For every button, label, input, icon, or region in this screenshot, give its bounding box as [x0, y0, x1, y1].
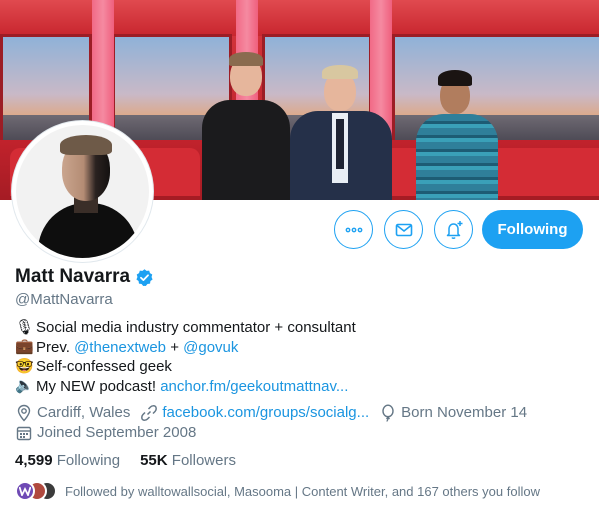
bio-text: + — [166, 338, 184, 356]
profile-bio: 🎙 Social media industry commentator + co… — [15, 318, 356, 396]
website-item[interactable]: facebook.com/groups/socialg... — [140, 403, 369, 423]
profile-name: Matt Navarra — [15, 266, 131, 287]
bio-line: 🔈 My NEW podcast! anchor.fm/geekoutmattn… — [15, 377, 356, 397]
verified-badge-icon — [136, 268, 153, 286]
location-text: Cardiff, Wales — [37, 404, 131, 421]
notifications-button[interactable] — [434, 210, 473, 249]
banner-ceiling — [0, 0, 599, 36]
microphone-emoji-icon: 🎙 — [15, 318, 35, 336]
followed-by[interactable]: Followed by walltowallsocial, Masooma | … — [15, 481, 540, 501]
mention-link-thenextweb[interactable]: @thenextweb — [74, 338, 166, 358]
following-stat[interactable]: 4,599 Following — [15, 452, 120, 469]
followers-label: Followers — [171, 452, 236, 469]
profile-meta: Cardiff, Wales facebook.com/groups/socia… — [15, 403, 537, 443]
following-button[interactable]: Following — [482, 210, 583, 249]
profile-name-row: Matt Navarra — [15, 266, 154, 288]
birthday-text: Born November 14 — [401, 404, 528, 421]
bio-line: 🎙 Social media industry commentator + co… — [15, 318, 356, 338]
link-icon — [140, 404, 158, 422]
following-label: Following — [56, 452, 121, 469]
joined-text: Joined September 2008 — [37, 424, 197, 441]
location-item: Cardiff, Wales — [15, 403, 130, 423]
location-pin-icon — [15, 404, 33, 422]
nerd-face-emoji-icon: 🤓 — [15, 357, 34, 375]
profile-actions: Following — [0, 210, 599, 250]
bio-line: 💼 Prev. @thenextweb + @govuk — [15, 338, 356, 358]
website-link[interactable]: facebook.com/groups/socialg... — [162, 403, 369, 423]
briefcase-emoji-icon: 💼 — [15, 338, 34, 356]
banner-person — [412, 70, 502, 200]
bio-text: My NEW podcast! — [36, 377, 161, 395]
following-count: 4,599 — [15, 452, 53, 469]
mention-link-govuk[interactable]: @govuk — [183, 338, 238, 358]
followed-by-text: Followed by walltowallsocial, Masooma | … — [65, 483, 540, 499]
mail-icon — [395, 223, 412, 236]
bio-line: 🤓 Self-confessed geek — [15, 357, 356, 377]
bio-text: Self-confessed geek — [36, 358, 172, 375]
profile-handle: @MattNavarra — [15, 291, 113, 308]
message-button[interactable] — [384, 210, 423, 249]
joined-item: Joined September 2008 — [15, 423, 196, 443]
followed-by-avatars — [15, 481, 57, 501]
banner-person — [196, 50, 296, 200]
calendar-icon — [15, 424, 33, 442]
more-icon — [345, 227, 362, 232]
birthday-item: Born November 14 — [379, 403, 527, 423]
balloon-icon — [379, 404, 397, 422]
bio-text: Social media industry commentator + cons… — [36, 319, 356, 336]
followers-count: 55K — [140, 452, 168, 469]
followers-stat[interactable]: 55K Followers — [140, 452, 236, 469]
bio-text: Prev. — [36, 338, 75, 356]
more-button[interactable] — [334, 210, 373, 249]
podcast-link[interactable]: anchor.fm/geekoutmattnav... — [160, 377, 348, 397]
banner-person — [286, 65, 396, 200]
speaker-emoji-icon: 🔈 — [15, 377, 34, 395]
profile-stats: 4,599 Following 55K Followers — [15, 452, 256, 469]
bell-add-icon — [446, 220, 462, 239]
follower-avatar — [15, 481, 35, 501]
